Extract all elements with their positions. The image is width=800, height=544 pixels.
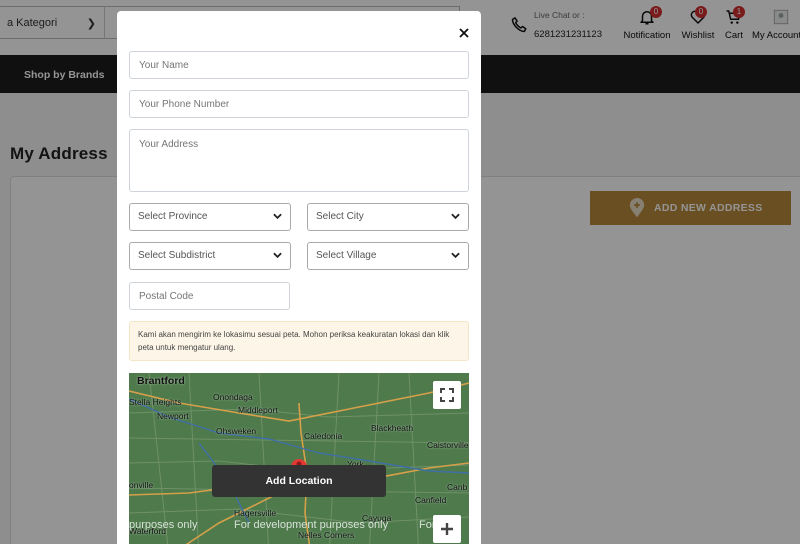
location-map[interactable]: Brantford Onondaga Middleport Stella Hei… xyxy=(129,373,469,544)
map-place-label: Hagersville xyxy=(234,508,277,518)
map-place-label: Canfield xyxy=(415,495,447,505)
map-zoom-in-button[interactable] xyxy=(433,515,461,543)
map-place-label: Blackheath xyxy=(371,423,414,433)
chevron-down-icon xyxy=(273,213,282,220)
city-select-value: Select City xyxy=(316,211,364,222)
map-watermark: For development purposes only xyxy=(234,519,389,531)
map-place-label: Stella Heights xyxy=(129,397,182,407)
map-place-label: Caistorville xyxy=(427,440,469,450)
map-notice: Kami akan mengirim ke lokasimu sesuai pe… xyxy=(129,321,469,361)
map-place-label: Canb xyxy=(447,482,468,492)
address-textarea[interactable] xyxy=(129,129,469,192)
chevron-down-icon xyxy=(451,252,460,259)
fullscreen-icon xyxy=(440,388,454,402)
map-place-label: Brantford xyxy=(137,375,185,387)
map-fullscreen-button[interactable] xyxy=(433,381,461,409)
map-place-label: Newport xyxy=(157,411,189,421)
add-location-button[interactable]: Add Location xyxy=(212,465,386,497)
map-place-label: Nelles Corners xyxy=(298,530,355,540)
close-icon[interactable] xyxy=(457,26,471,40)
city-select[interactable]: Select City xyxy=(307,203,469,231)
subdistrict-select-value: Select Subdistrict xyxy=(138,250,216,261)
map-place-label: Caledonia xyxy=(304,431,343,441)
province-select-value: Select Province xyxy=(138,211,208,222)
chevron-down-icon xyxy=(451,213,460,220)
map-place-label: Ohsweken xyxy=(216,426,257,436)
name-input[interactable] xyxy=(129,51,469,79)
village-select-value: Select Village xyxy=(316,250,377,261)
phone-input[interactable] xyxy=(129,90,469,118)
plus-icon xyxy=(441,523,453,535)
map-place-label: onville xyxy=(129,480,154,490)
postal-code-input[interactable] xyxy=(129,282,290,310)
map-watermark: purposes only xyxy=(129,519,198,531)
village-select[interactable]: Select Village xyxy=(307,242,469,270)
subdistrict-select[interactable]: Select Subdistrict xyxy=(129,242,291,270)
map-place-label: Onondaga xyxy=(213,392,253,402)
chevron-down-icon xyxy=(273,252,282,259)
map-place-label: Middleport xyxy=(238,405,278,415)
address-form-modal: Select Province Select City Select Subdi… xyxy=(117,11,481,544)
province-select[interactable]: Select Province xyxy=(129,203,291,231)
